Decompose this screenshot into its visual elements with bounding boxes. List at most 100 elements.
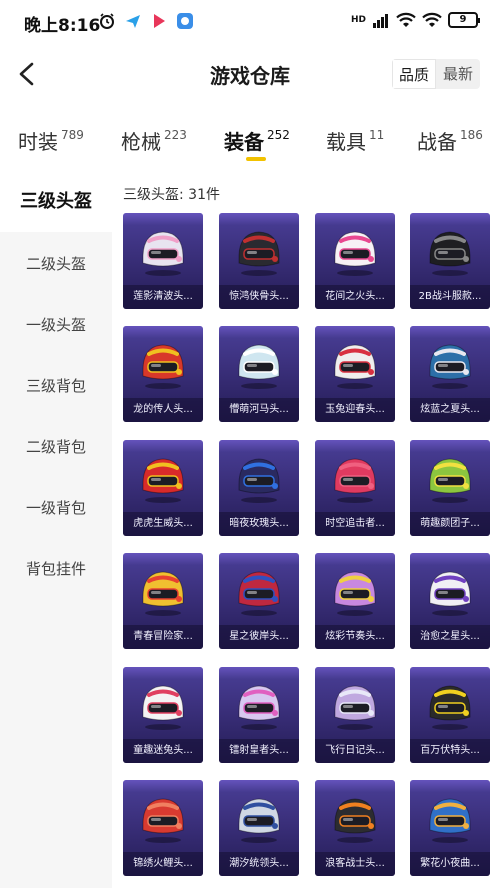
header: 游戏仓库 品质 最新 [0,52,500,98]
sidebar-item-level2-helmet[interactable]: 二级头盔 [0,234,112,294]
active-tab-indicator [246,157,266,161]
sidebar-item-level1-helmet[interactable]: 一级头盔 [0,295,112,355]
helmet-card[interactable]: 莲影清波头... [123,213,203,309]
helmet-image [238,685,280,730]
sidebar-item-backpack-charm[interactable]: 背包挂件 [0,539,112,599]
helmet-card[interactable]: 时空追击者... [315,440,395,536]
helmet-name: 萌趣颜团子... [410,512,490,536]
helmet-name: 星之彼岸头... [219,625,299,649]
sort-by-quality-button[interactable]: 品质 [392,59,436,89]
helmet-image [334,798,376,843]
helmet-card[interactable]: 治愈之星头... [410,553,490,649]
sidebar-item-level2-backpack[interactable]: 二级背包 [0,417,112,477]
helmet-name: 惊鸿侠骨头... [219,285,299,309]
helmet-image [429,458,471,503]
helmet-image [429,571,471,616]
tab-label: 时装 [18,130,58,154]
system-icons: HD 9 [350,12,480,28]
helmet-image [429,231,471,276]
status-time: 晚上8:16 [24,16,101,36]
tab-label: 载具 [326,130,366,154]
helmet-name: 浪客战士头... [315,852,395,876]
helmet-name: 百万伏特头... [410,739,490,763]
helmet-name: 童趣迷兔头... [123,739,203,763]
helmet-card[interactable]: 炫蓝之夏头... [410,326,490,422]
helmet-card[interactable]: 百万伏特头... [410,667,490,763]
helmet-card[interactable]: 炫彩节奏头... [315,553,395,649]
helmet-card[interactable]: 锦绣火鲤头... [123,780,203,876]
status-bar: 晚上8:16 HD 9 [0,0,500,44]
helmet-image [334,231,376,276]
sidebar: 三级头盔 二级头盔 一级头盔 三级背包 二级背包 一级背包 背包挂件 [0,172,112,888]
tab-count: 252 [267,128,290,142]
helmet-name: 潮汐统领头... [219,852,299,876]
network-type-label: HD [350,14,366,25]
helmet-card[interactable]: 繁花小夜曲... [410,780,490,876]
item-grid-panel: 三级头盔: 31件 莲影清波头... 惊鸿侠骨头... 花间之火头... 2B战斗服款… [112,172,500,888]
helmet-image [238,571,280,616]
sort-by-newest-button[interactable]: 最新 [436,59,480,89]
tab-equipment[interactable]: 装备 252 [224,126,290,155]
helmet-card[interactable]: 花间之火头... [315,213,395,309]
helmet-card[interactable]: 浪客战士头... [315,780,395,876]
helmet-image [238,798,280,843]
tab-count: 223 [164,128,187,142]
item-count-label: 三级头盔: 31件 [123,187,220,203]
helmet-image [142,344,184,389]
helmet-card[interactable]: 青春冒险家... [123,553,203,649]
helmet-image [142,458,184,503]
tab-vehicles[interactable]: 载具 11 [326,126,384,155]
helmet-name: 2B战斗服款... [410,285,490,309]
helmet-name: 繁花小夜曲... [410,852,490,876]
tab-guns[interactable]: 枪械 223 [121,126,187,155]
helmet-name: 花间之火头... [315,285,395,309]
tab-count: 11 [369,128,385,142]
helmet-name: 虎虎生威头... [123,512,203,536]
tab-count: 186 [460,128,483,142]
helmet-card[interactable]: 童趣迷兔头... [123,667,203,763]
helmet-card[interactable]: 潮汐统领头... [219,780,299,876]
helmet-name: 镭射皇者头... [219,739,299,763]
helmet-image [142,571,184,616]
helmet-card[interactable]: 暗夜玫瑰头... [219,440,299,536]
sidebar-item-level1-backpack[interactable]: 一级背包 [0,478,112,538]
helmet-image [429,685,471,730]
helmet-image [334,685,376,730]
helmet-card[interactable]: 懵萌河马头... [219,326,299,422]
helmet-image [429,798,471,843]
battery-icon: 9 [448,12,480,28]
tab-fashion[interactable]: 时装 789 [18,126,84,155]
helmet-name: 暗夜玫瑰头... [219,512,299,536]
helmet-card[interactable]: 虎虎生威头... [123,440,203,536]
helmet-card[interactable]: 镭射皇者头... [219,667,299,763]
helmet-name: 青春冒险家... [123,625,203,649]
helmet-card[interactable]: 玉兔迎春头... [315,326,395,422]
helmet-image [238,231,280,276]
helmet-card[interactable]: 惊鸿侠骨头... [219,213,299,309]
wifi-icon-secondary [422,12,442,27]
helmet-name: 治愈之星头... [410,625,490,649]
tab-label: 枪械 [121,130,161,154]
helmet-card[interactable]: 2B战斗服款... [410,213,490,309]
wifi-icon [396,12,416,27]
helmet-card[interactable]: 飞行日记头... [315,667,395,763]
tab-count: 789 [61,128,84,142]
helmet-image [334,571,376,616]
helmet-name: 飞行日记头... [315,739,395,763]
tab-supplies[interactable]: 战备 186 [417,126,483,155]
helmet-name: 炫彩节奏头... [315,625,395,649]
tab-label: 装备 [224,130,264,154]
helmet-name: 懵萌河马头... [219,398,299,422]
helmet-card[interactable]: 星之彼岸头... [219,553,299,649]
helmet-name: 玉兔迎春头... [315,398,395,422]
sidebar-item-level3-helmet[interactable]: 三级头盔 [0,172,112,232]
sidebar-item-level3-backpack[interactable]: 三级背包 [0,356,112,416]
alarm-icon [100,13,114,29]
helmet-image [238,458,280,503]
helmet-card[interactable]: 萌趣颜团子... [410,440,490,536]
helmet-card[interactable]: 龙的传人头... [123,326,203,422]
app-icon [177,13,193,29]
signal-icon [373,14,388,28]
helmet-name: 莲影清波头... [123,285,203,309]
helmet-image [142,231,184,276]
